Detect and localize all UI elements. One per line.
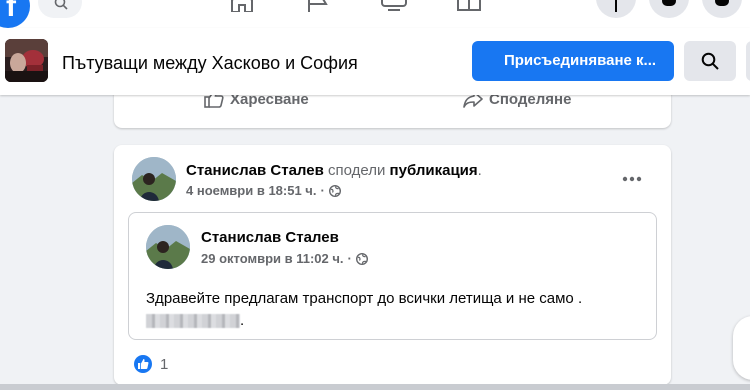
top-navigation: f	[0, 0, 750, 28]
facebook-logo-letter: f	[6, 0, 16, 23]
search-icon	[701, 52, 719, 70]
group-header-bar: Пътуващи между Хасково и София Присъедин…	[0, 28, 750, 95]
globe-icon	[355, 252, 368, 265]
video-icon[interactable]	[380, 0, 408, 12]
messenger-icon	[662, 0, 676, 6]
bell-icon	[715, 0, 729, 6]
more-dots-icon	[622, 176, 642, 182]
facebook-logo[interactable]: f	[0, 0, 30, 28]
group-title[interactable]: Пътуващи между Хасково и София	[62, 52, 358, 74]
marketplace-icon[interactable]	[455, 0, 483, 12]
author-avatar[interactable]	[132, 157, 176, 201]
reaction-count: 1	[160, 355, 169, 373]
notifications-button[interactable]	[702, 0, 742, 18]
original-timestamp[interactable]: 29 октомври в 11:02 ч.	[201, 251, 344, 266]
original-post-meta: 29 октомври в 11:02 ч. ·	[201, 251, 368, 266]
plus-icon	[615, 0, 617, 12]
group-cover-thumbnail[interactable]	[5, 39, 48, 82]
globe-icon	[328, 184, 341, 197]
post-text-line: Здравейте предлагам транспорт до всички …	[146, 290, 583, 307]
original-author-avatar[interactable]	[146, 225, 190, 269]
post-text-end: .	[240, 312, 245, 329]
post-meta: 4 ноември в 18:51 ч. ·	[186, 183, 341, 198]
header-period: .	[477, 162, 482, 179]
bottom-divider	[0, 384, 750, 390]
like-reaction-icon	[134, 355, 152, 373]
meta-separator: ·	[320, 183, 325, 198]
blurred-phone-number	[146, 314, 240, 329]
post-text-line-2: .	[146, 310, 582, 332]
reactions-summary[interactable]: 1	[134, 355, 168, 373]
groups-icon[interactable]	[531, 0, 559, 12]
shared-verb: сподели	[328, 162, 386, 179]
group-cover-image	[5, 39, 48, 82]
home-icon[interactable]	[228, 0, 256, 13]
shared-post-card: Станислав Сталев сподели публикация. 4 н…	[114, 145, 671, 385]
search-icon	[54, 0, 68, 10]
join-group-button[interactable]: Присъединяване к...	[472, 41, 674, 81]
nav-search-button[interactable]	[38, 0, 82, 18]
original-post-text: Здравейте предлагам транспорт до всички …	[146, 288, 582, 332]
flag-icon[interactable]	[304, 0, 332, 12]
shared-post-link[interactable]: публикация	[390, 162, 478, 179]
avatar-photo	[146, 225, 190, 269]
group-search-button[interactable]	[684, 41, 736, 81]
floating-chat-bubble[interactable]	[733, 316, 750, 380]
avatar-photo	[132, 157, 176, 201]
author-name[interactable]: Станислав Сталев	[186, 162, 324, 179]
messenger-button[interactable]	[649, 0, 689, 18]
post-header-line: Станислав Сталев сподели публикация.	[186, 161, 482, 180]
original-post-embed[interactable]: Станислав Сталев 29 октомври в 11:02 ч. …	[128, 212, 657, 340]
meta-separator: ·	[347, 251, 352, 266]
post-options-button[interactable]	[614, 167, 650, 191]
create-plus-button[interactable]	[596, 0, 636, 18]
post-timestamp[interactable]: 4 ноември в 18:51 ч.	[186, 183, 316, 198]
original-author-name[interactable]: Станислав Сталев	[201, 229, 339, 246]
group-more-button[interactable]	[746, 41, 750, 81]
